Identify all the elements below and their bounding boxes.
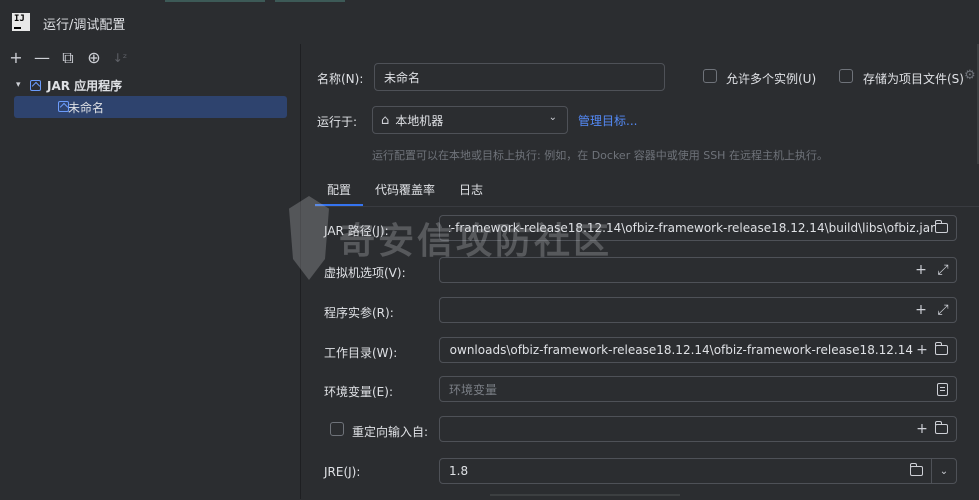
expand-icon[interactable]: ⤢ xyxy=(934,261,952,279)
folder-icon[interactable] xyxy=(935,220,948,233)
redirect-input-label: 重定向输入自: xyxy=(352,425,429,439)
tab-code-coverage[interactable]: 代码覆盖率 xyxy=(363,172,447,206)
vm-options-label: 虚拟机选项(V): xyxy=(324,266,406,280)
redirect-input-field[interactable]: + xyxy=(439,416,957,442)
remove-icon[interactable]: — xyxy=(32,48,52,68)
tree-item-jar-application[interactable]: ▾ JAR 应用程序 xyxy=(0,74,300,96)
vm-options-input[interactable]: + ⤢ xyxy=(439,257,957,283)
run-on-label: 运行于: xyxy=(317,115,358,129)
add-icon[interactable]: + xyxy=(913,341,931,359)
top-accent xyxy=(165,0,265,2)
folder-icon[interactable] xyxy=(935,421,948,434)
tree-item-label: 未命名 xyxy=(68,100,105,115)
config-detail-panel: 名称(N): 未命名 允许多个实例(U) 存储为项目文件(S) ⚙ 运行于: ⌂… xyxy=(289,44,979,500)
config-tabs: 配置 代码覆盖率 日志 xyxy=(315,172,495,206)
env-vars-input[interactable]: 环境变量 xyxy=(439,376,957,402)
manage-targets-link[interactable]: 管理目标... xyxy=(578,112,637,129)
add-icon[interactable]: + xyxy=(912,301,930,319)
add-icon[interactable]: + xyxy=(6,48,26,68)
expand-icon[interactable]: ⤢ xyxy=(934,301,952,319)
tab-configuration[interactable]: 配置 xyxy=(315,172,364,206)
jar-app-icon xyxy=(58,101,69,112)
sort-icon[interactable]: ↓ᶻ xyxy=(110,48,130,68)
program-args-label: 程序实参(R): xyxy=(324,306,394,320)
working-dir-label: 工作目录(W): xyxy=(324,346,398,360)
top-accent xyxy=(275,0,345,2)
run-on-select[interactable]: ⌂ 本地机器 ⌄ xyxy=(372,106,568,134)
add-icon[interactable]: + xyxy=(913,420,931,438)
name-input[interactable]: 未命名 xyxy=(374,63,665,91)
jar-path-label: JAR 路径(J): xyxy=(324,224,389,238)
jre-dropdown-button[interactable]: ⌄ xyxy=(931,458,957,484)
run-on-hint: 运行配置可以在本地或目标上执行: 例如，在 Docker 容器中或使用 SSH … xyxy=(372,149,828,162)
jar-app-icon xyxy=(30,79,41,91)
document-icon[interactable] xyxy=(937,382,948,396)
config-tree-panel: + — ⧉ ⊕ ↓ᶻ ▾ JAR 应用程序 未命名 xyxy=(0,44,301,499)
chevron-down-icon: ⌄ xyxy=(548,112,557,123)
jre-select[interactable]: 1.8 xyxy=(439,458,932,484)
tab-logs[interactable]: 日志 xyxy=(447,172,495,206)
working-dir-input[interactable]: Downloads\ofbiz-framework-release18.12.1… xyxy=(439,337,957,363)
allow-multiple-instances-label: 允许多个实例(U) xyxy=(726,72,817,86)
program-args-input[interactable]: + ⤢ xyxy=(439,297,957,323)
folder-icon[interactable] xyxy=(910,463,923,476)
tree-item-label: JAR 应用程序 xyxy=(47,78,123,93)
jar-path-input[interactable]: iz-framework-release18.12.14\ofbiz-frame… xyxy=(439,215,957,241)
new-folder-icon[interactable]: ⊕ xyxy=(84,48,104,68)
add-icon[interactable]: + xyxy=(912,261,930,279)
title-bar: IJ 运行/调试配置 xyxy=(0,0,979,44)
jre-label: JRE(J): xyxy=(324,465,361,479)
store-as-project-file-checkbox[interactable] xyxy=(839,69,853,83)
store-as-project-file-label: 存储为项目文件(S) xyxy=(863,72,964,86)
config-form: JAR 路径(J): iz-framework-release18.12.14\… xyxy=(315,206,979,500)
home-icon: ⌂ xyxy=(381,112,390,128)
config-tree: ▾ JAR 应用程序 未命名 xyxy=(0,74,300,118)
copy-icon[interactable]: ⧉ xyxy=(58,48,78,68)
folder-icon[interactable] xyxy=(935,342,948,355)
redirect-input-checkbox[interactable] xyxy=(330,422,344,436)
tree-toolbar: + — ⧉ ⊕ ↓ᶻ xyxy=(6,48,130,68)
intellij-app-icon: IJ xyxy=(12,13,30,31)
tree-item-unnamed[interactable]: 未命名 xyxy=(14,96,287,118)
bottom-scrollbar[interactable] xyxy=(490,494,680,496)
allow-multiple-instances-checkbox[interactable] xyxy=(703,69,717,83)
env-vars-label: 环境变量(E): xyxy=(324,385,393,399)
window-title: 运行/调试配置 xyxy=(43,18,126,33)
chevron-down-icon[interactable]: ▾ xyxy=(16,80,30,90)
gear-icon[interactable]: ⚙ xyxy=(964,68,976,83)
name-label: 名称(N): xyxy=(317,72,364,86)
